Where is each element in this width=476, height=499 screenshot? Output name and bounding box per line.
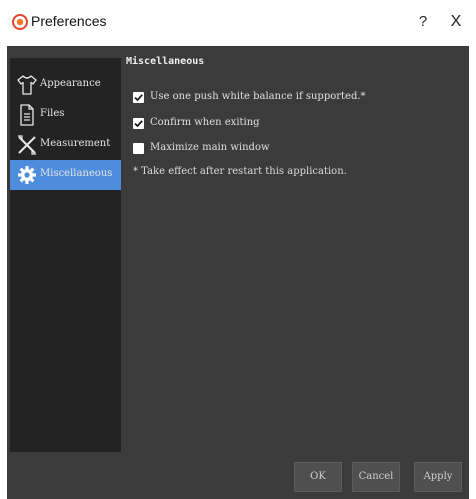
shirt-icon [17, 75, 37, 95]
sidebar-item-appearance[interactable]: Appearance [10, 70, 121, 100]
cancel-button[interactable]: Cancel [352, 462, 400, 492]
app-logo-icon [12, 14, 28, 30]
help-button[interactable]: ? [412, 10, 434, 34]
maximize-window-checkbox[interactable] [133, 143, 144, 154]
close-button[interactable]: X [444, 10, 468, 34]
apply-button[interactable]: Apply [414, 462, 462, 492]
section-title: Miscellaneous [126, 56, 205, 67]
sidebar: Appearance Files Measurement Miscellaneo… [10, 58, 121, 452]
ok-button[interactable]: OK [294, 462, 342, 492]
gear-icon [18, 166, 36, 184]
sidebar-item-miscellaneous[interactable]: Miscellaneous [10, 160, 121, 190]
window-title: Preferences [31, 13, 107, 29]
sidebar-item-files[interactable]: Files [10, 100, 121, 130]
sidebar-item-measurement[interactable]: Measurement [10, 130, 121, 160]
white-balance-checkbox[interactable] [133, 92, 144, 103]
white-balance-label: Use one push white balance if supported.… [150, 91, 366, 102]
sidebar-item-label: Measurement [40, 138, 111, 149]
title-bar: Preferences ? X [0, 0, 476, 46]
confirm-exit-label: Confirm when exiting [150, 117, 260, 128]
restart-note: * Take effect after restart this applica… [133, 166, 347, 177]
maximize-window-label: Maximize main window [150, 142, 270, 153]
sidebar-item-label: Miscellaneous [40, 168, 113, 179]
document-icon [20, 104, 34, 126]
preferences-dialog: Appearance Files Measurement Miscellaneo… [7, 46, 469, 499]
sidebar-item-label: Files [40, 108, 65, 119]
confirm-exit-checkbox[interactable] [133, 118, 144, 129]
sidebar-item-label: Appearance [40, 78, 101, 89]
checkmark-icon [134, 120, 143, 128]
measurement-icon [18, 135, 36, 155]
checkmark-icon [134, 94, 143, 102]
